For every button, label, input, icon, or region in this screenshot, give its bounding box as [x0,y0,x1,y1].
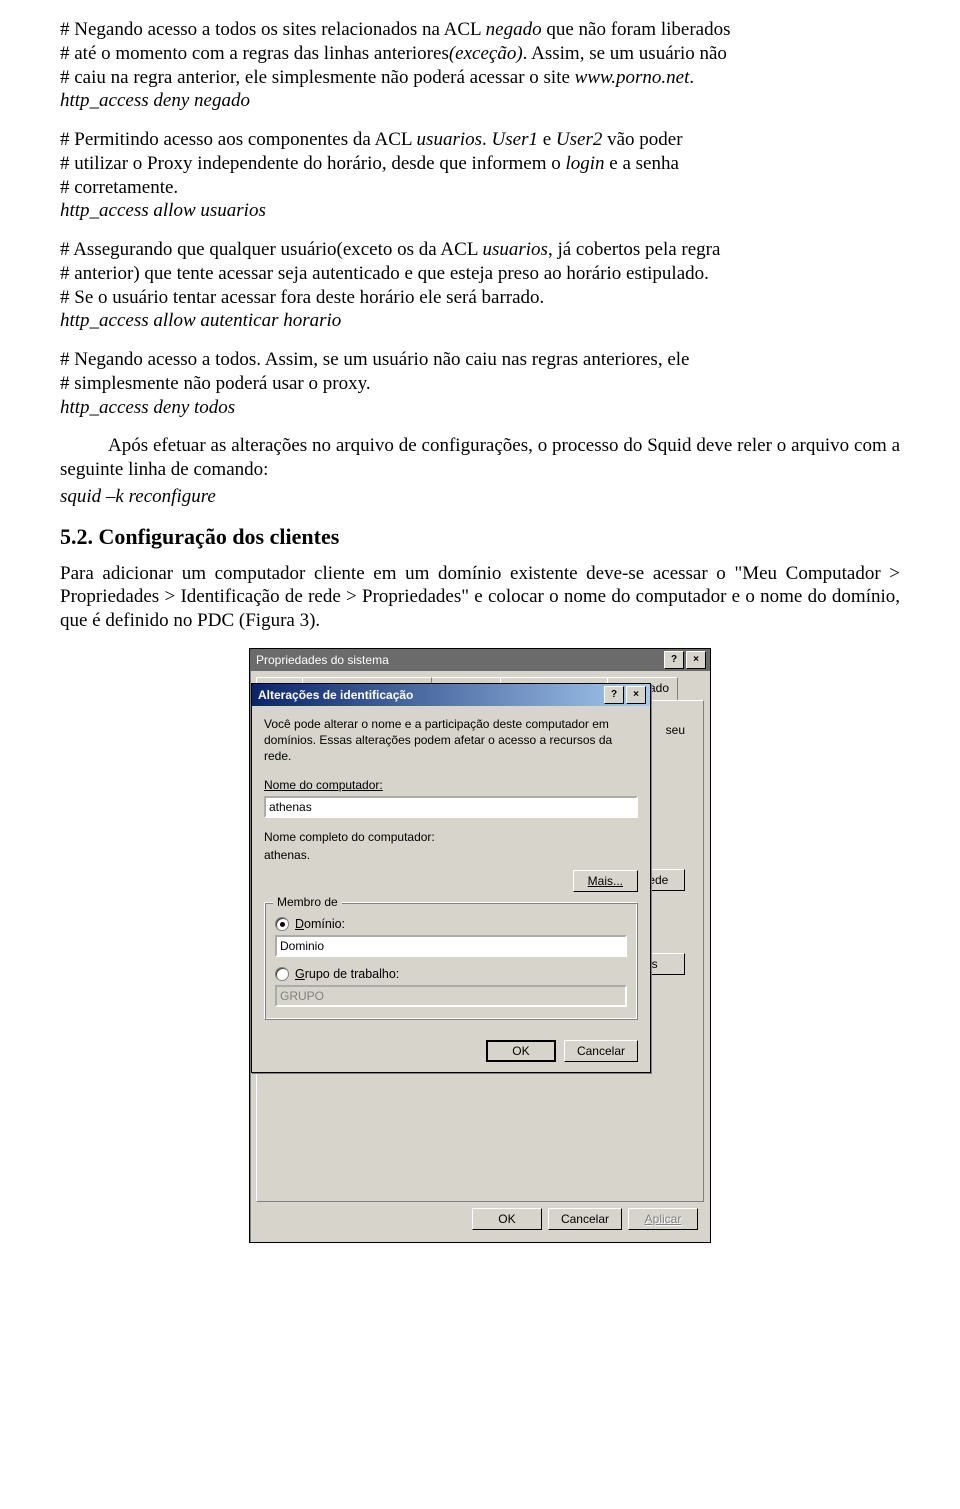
text-italic: (exceção) [449,43,523,64]
tab-body: seu la rede les Alterações de identifica… [256,700,704,1202]
code-line: http_access allow autenticar horario [60,309,900,333]
text-italic: www.porno.net [575,67,690,88]
text: e [538,129,556,150]
text: # utilizar o Proxy independente do horár… [60,153,565,174]
text: . [689,67,694,88]
paragraph: # Negando acesso a todos os sites relaci… [60,18,900,113]
full-name-value: athenas. [264,848,638,862]
ok-button[interactable]: OK [486,1040,556,1062]
text: Após efetuar as alterações no arquivo de… [60,434,900,482]
text: # simplesmente não poderá usar o proxy. [60,372,900,396]
text-italic: negado [486,19,542,40]
paragraph: Após efetuar as alterações no arquivo de… [60,434,900,482]
text: # até o momento com a regras das linhas … [60,43,449,64]
obscured-text: seu [666,723,685,737]
document-page: # Negando acesso a todos os sites relaci… [0,0,960,1253]
text-italic: usuarios [417,129,482,150]
label-full-name: Nome completo do computador: [264,830,638,844]
workgroup-input [275,985,627,1007]
text: # caiu na regra anterior, ele simplesmen… [60,67,575,88]
text: # Negando acesso a todos os sites relaci… [60,19,486,40]
more-button[interactable]: Mais... [573,870,638,892]
apply-button-outer: Aplicar [628,1208,698,1230]
window-title: Alterações de identificação [258,684,413,706]
radio-domain-label: Domínio: [295,917,345,931]
cancel-button[interactable]: Cancelar [564,1040,638,1062]
radio-domain[interactable] [275,917,289,931]
system-properties-dialog: Propriedades do sistema ? × Geral Identi… [249,648,711,1243]
help-icon[interactable]: ? [664,651,684,669]
group-legend: Membro de [273,895,342,909]
text-italic: User1 [492,129,538,150]
titlebar-inner[interactable]: Alterações de identificação ? × [252,684,650,706]
code-line: http_access deny negado [60,89,900,113]
label-computer-name: Nome do computador: [264,778,638,792]
paragraph: Para adicionar um computador cliente em … [60,562,900,633]
radio-domain-row[interactable]: Domínio: [275,917,627,931]
ok-button-outer[interactable]: OK [472,1208,542,1230]
paragraph: # Assegurando que qualquer usuário(excet… [60,238,900,333]
text-italic: login [565,153,604,174]
text: , já cobertos pela regra [548,239,721,260]
code-line: squid –k reconfigure [60,485,900,509]
window-title: Propriedades do sistema [256,649,389,671]
radio-workgroup[interactable] [275,967,289,981]
text: . [482,129,492,150]
text: . Assim, se um usuário não [523,43,727,64]
text: # Assegurando que qualquer usuário(excet… [60,239,482,260]
screenshot-figure: Propriedades do sistema ? × Geral Identi… [60,648,900,1243]
dialog-description: Você pode alterar o nome e a participaçã… [264,716,638,765]
section-heading: 5.2. Configuração dos clientes [60,524,900,550]
text: # anterior) que tente acessar seja auten… [60,262,900,286]
computer-name-input[interactable] [264,796,638,818]
text-italic: usuarios [482,239,547,260]
cancel-button-outer[interactable]: Cancelar [548,1208,622,1230]
domain-input[interactable] [275,935,627,957]
code-line: http_access allow usuarios [60,199,900,223]
text: e a senha [605,153,679,174]
close-icon[interactable]: × [626,686,646,704]
text: # Permitindo acesso aos componentes da A… [60,129,417,150]
text: # corretamente. [60,176,900,200]
text: que não foram liberados [542,19,731,40]
titlebar-outer[interactable]: Propriedades do sistema ? × [250,649,710,671]
text: vão poder [602,129,682,150]
code-line: http_access deny todos [60,396,900,420]
radio-workgroup-label: Grupo de trabalho: [295,967,399,981]
text: # Negando acesso a todos. Assim, se um u… [60,348,900,372]
radio-workgroup-row[interactable]: Grupo de trabalho: [275,967,627,981]
close-icon[interactable]: × [686,651,706,669]
help-icon[interactable]: ? [604,686,624,704]
identity-changes-dialog: Alterações de identificação ? × Você pod… [251,683,651,1074]
paragraph: # Negando acesso a todos. Assim, se um u… [60,348,900,419]
text: # Se o usuário tentar acessar fora deste… [60,286,900,310]
paragraph: # Permitindo acesso aos componentes da A… [60,128,900,223]
text-italic: User2 [556,129,602,150]
member-of-group: Membro de Domínio: Grupo de trabalho: [264,902,638,1020]
